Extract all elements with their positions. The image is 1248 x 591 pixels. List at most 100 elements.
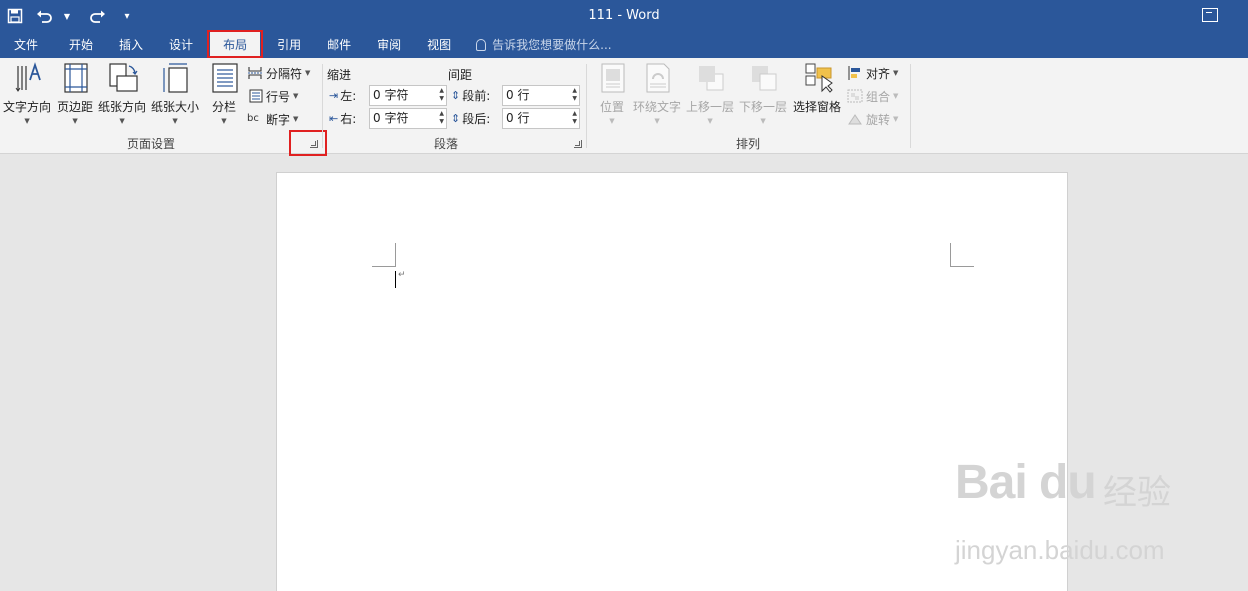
selection-pane-button[interactable]: 选择窗格 bbox=[793, 62, 841, 115]
align-icon bbox=[847, 66, 863, 80]
spinner-arrows-icon[interactable]: ▲ ▼ bbox=[572, 110, 577, 126]
spacing-before-input[interactable]: 0 行 ▲ ▼ bbox=[502, 85, 580, 106]
tab-home[interactable]: 开始 bbox=[56, 32, 106, 58]
spacing-after-row: ⇕ 段后: 0 行 ▲ ▼ bbox=[451, 108, 580, 129]
size-button[interactable]: 纸张大小 ▼ bbox=[151, 62, 199, 125]
text-cursor bbox=[395, 271, 396, 288]
position-label: 位置 bbox=[599, 100, 624, 114]
indent-left-row: ⇥ 左: 0 字符 ▲ ▼ bbox=[329, 85, 447, 106]
page-size-icon bbox=[160, 62, 190, 94]
save-icon[interactable] bbox=[0, 0, 30, 32]
align-label: 对齐 bbox=[866, 66, 891, 81]
watermark-url: jingyan.baidu.com bbox=[955, 535, 1165, 565]
rotate-label: 旋转 bbox=[866, 112, 891, 127]
chevron-down-icon: ▼ bbox=[893, 115, 899, 123]
wrap-text-button[interactable]: 环绕文字 ▼ bbox=[633, 62, 681, 125]
indent-header: 缩进 bbox=[327, 68, 352, 82]
tab-layout[interactable]: 布局 bbox=[207, 30, 264, 58]
send-backward-button[interactable]: 下移一层 ▼ bbox=[739, 62, 787, 125]
chevron-down-icon: ▼ bbox=[609, 117, 615, 125]
chevron-down-icon: ▼ bbox=[893, 92, 899, 100]
chevron-down-icon: ▼ bbox=[760, 117, 766, 125]
spacing-before-row: ⇕ 段前: 0 行 ▲ ▼ bbox=[451, 85, 580, 106]
tell-me-text: 告诉我您想要做什么... bbox=[492, 38, 612, 52]
spacing-before-label: ⇕ 段前: bbox=[451, 89, 491, 103]
send-backward-label: 下移一层 bbox=[739, 100, 788, 114]
tab-file[interactable]: 文件 bbox=[0, 32, 56, 58]
tab-references[interactable]: 引用 bbox=[264, 32, 314, 58]
indent-left-label: ⇥ 左: bbox=[329, 89, 357, 103]
hyphenation-label: 断字 bbox=[266, 112, 291, 127]
spinner-arrows-icon[interactable]: ▲ ▼ bbox=[439, 87, 444, 103]
document-page[interactable]: ↵ bbox=[276, 172, 1068, 591]
tab-view[interactable]: 视图 bbox=[414, 32, 464, 58]
spacing-header: 间距 bbox=[448, 68, 473, 82]
group-label: 组合 bbox=[866, 89, 891, 104]
baidu-watermark: Bai du 经验 jingyan.baidu.com bbox=[955, 455, 1171, 565]
watermark-suffix: 经验 bbox=[1103, 474, 1171, 512]
spacing-after-icon: ⇕ bbox=[451, 112, 461, 125]
customize-qat-icon[interactable]: ▾ bbox=[112, 0, 142, 32]
size-label: 纸张大小 bbox=[151, 100, 200, 114]
margins-label: 页边距 bbox=[57, 100, 94, 114]
indent-right-row: ⇤ 右: 0 字符 ▲ ▼ bbox=[329, 108, 447, 129]
selection-pane-label: 选择窗格 bbox=[793, 100, 842, 114]
text-direction-label: 文字方向 bbox=[3, 100, 52, 114]
lightbulb-icon bbox=[476, 39, 487, 51]
chevron-down-icon: ▼ bbox=[707, 117, 713, 125]
breaks-label: 分隔符 bbox=[266, 66, 303, 81]
breaks-button[interactable]: 分隔符 ▼ bbox=[247, 63, 310, 83]
chevron-down-icon: ▼ bbox=[654, 117, 660, 125]
columns-label: 分栏 bbox=[211, 100, 236, 114]
chevron-down-icon: ▼ bbox=[893, 69, 899, 77]
chevron-down-icon: ▼ bbox=[24, 117, 30, 125]
group-separator bbox=[910, 64, 911, 148]
columns-icon bbox=[209, 62, 239, 94]
send-backward-icon bbox=[748, 62, 778, 94]
page-setup-group-label: 页面设置 bbox=[127, 137, 176, 151]
margins-button[interactable]: 页边距 ▼ bbox=[57, 62, 93, 125]
tab-design[interactable]: 设计 bbox=[156, 32, 206, 58]
bring-forward-icon bbox=[695, 62, 725, 94]
chevron-down-icon: ▼ bbox=[172, 117, 178, 125]
selection-pane-icon bbox=[802, 62, 833, 94]
tell-me-box[interactable]: 告诉我您想要做什么... bbox=[476, 32, 612, 58]
hyphenation-button[interactable]: bc 断字 ▼ bbox=[247, 109, 298, 129]
chevron-down-icon: ▼ bbox=[221, 117, 227, 125]
spinner-arrows-icon[interactable]: ▲ ▼ bbox=[572, 87, 577, 103]
position-button[interactable]: 位置 ▼ bbox=[597, 62, 627, 125]
orientation-icon bbox=[107, 62, 138, 94]
document-title: 111 - Word bbox=[588, 8, 660, 23]
align-button[interactable]: 对齐 ▼ bbox=[847, 63, 898, 83]
columns-button[interactable]: 分栏 ▼ bbox=[209, 62, 239, 125]
group-separator bbox=[586, 64, 587, 148]
bring-forward-label: 上移一层 bbox=[686, 100, 735, 114]
indent-right-input[interactable]: 0 字符 ▲ ▼ bbox=[369, 108, 447, 129]
undo-dropdown-icon[interactable]: ▼ bbox=[52, 0, 82, 32]
ribbon: 文字方向 ▼ 页边距 ▼ 纸张方向 ▼ 纸张大小 ▼ 分栏 ▼ 分隔符 ▼ 行号… bbox=[0, 58, 1248, 156]
tab-mailings[interactable]: 邮件 bbox=[314, 32, 364, 58]
ribbon-display-options-icon[interactable] bbox=[1202, 8, 1218, 22]
paragraph-dialog-launcher-icon[interactable] bbox=[574, 140, 582, 148]
group-button[interactable]: 组合 ▼ bbox=[847, 86, 898, 106]
indent-right-icon: ⇤ bbox=[329, 112, 339, 125]
redo-icon[interactable] bbox=[82, 0, 112, 32]
bring-forward-button[interactable]: 上移一层 ▼ bbox=[686, 62, 734, 125]
tab-insert[interactable]: 插入 bbox=[106, 32, 156, 58]
line-numbers-icon bbox=[247, 89, 263, 103]
line-numbers-button[interactable]: 行号 ▼ bbox=[247, 86, 298, 106]
breaks-icon bbox=[247, 66, 263, 80]
rotate-button[interactable]: 旋转 ▼ bbox=[847, 109, 898, 129]
watermark-logo: Bai du bbox=[955, 456, 1097, 509]
indent-left-input[interactable]: 0 字符 ▲ ▼ bbox=[369, 85, 447, 106]
tab-review[interactable]: 审阅 bbox=[364, 32, 414, 58]
chevron-down-icon: ▼ bbox=[119, 117, 125, 125]
spacing-after-input[interactable]: 0 行 ▲ ▼ bbox=[502, 108, 580, 129]
quick-access-toolbar: ▼ ▾ bbox=[0, 0, 142, 32]
orientation-button[interactable]: 纸张方向 ▼ bbox=[98, 62, 146, 125]
wrap-text-label: 环绕文字 bbox=[633, 100, 682, 114]
paragraph-group-label: 段落 bbox=[434, 137, 459, 151]
text-direction-button[interactable]: 文字方向 ▼ bbox=[3, 62, 51, 125]
chevron-down-icon: ▼ bbox=[72, 117, 78, 125]
spinner-arrows-icon[interactable]: ▲ ▼ bbox=[439, 110, 444, 126]
